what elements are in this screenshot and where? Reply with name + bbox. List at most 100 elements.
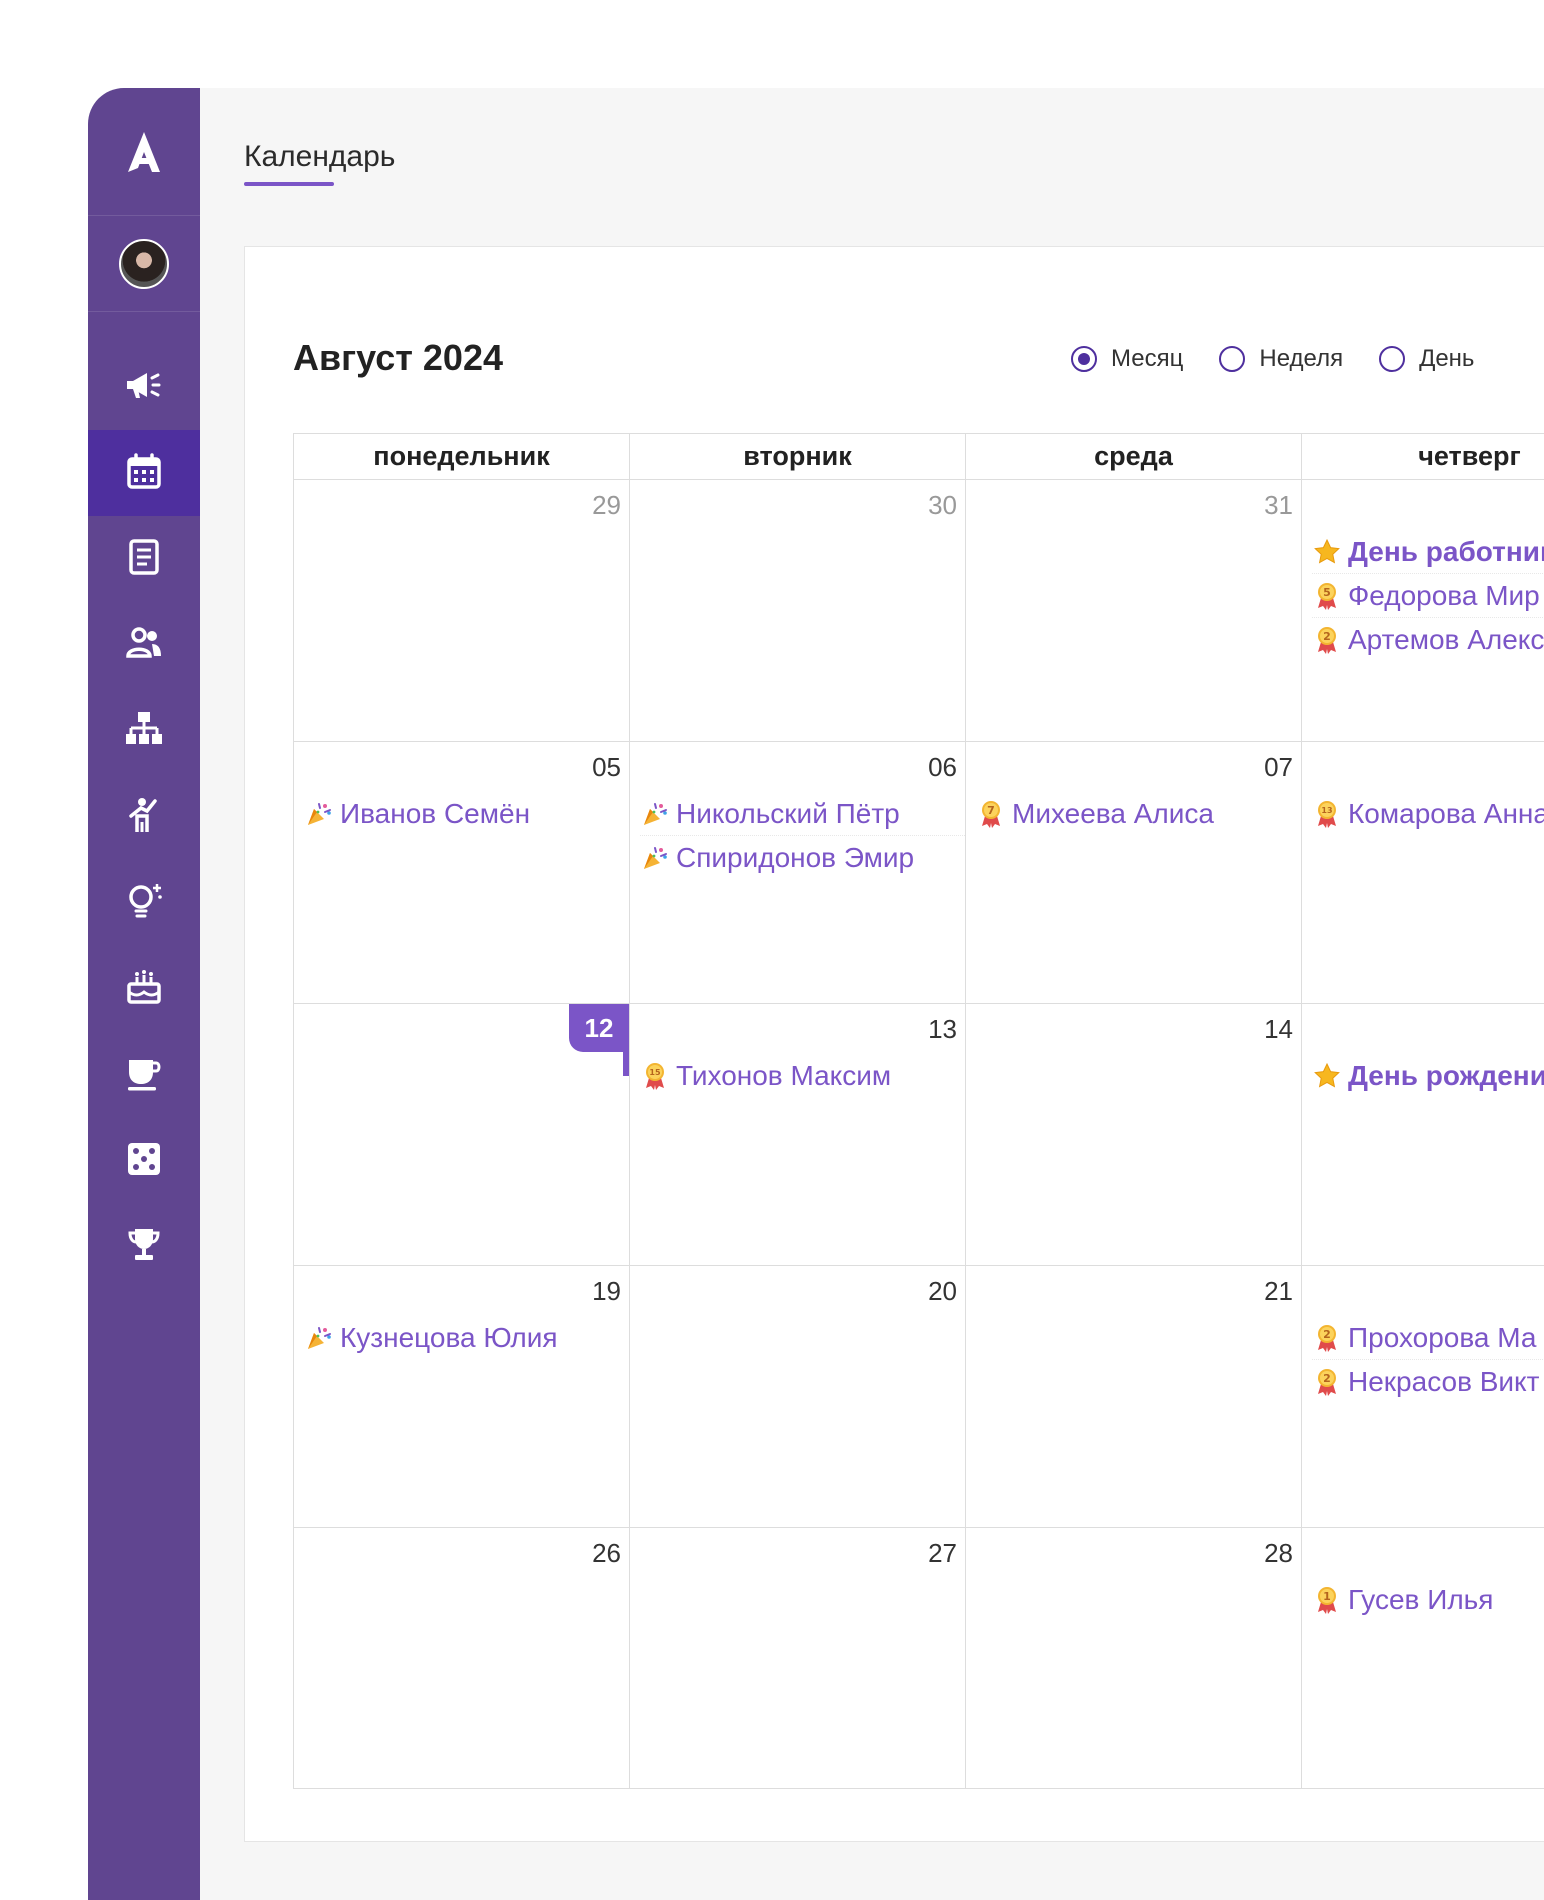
sidebar-item-cake[interactable] — [88, 946, 200, 1032]
day-cell[interactable]: День работника 5 Федорова Мир 2 Артемов Алек… — [1302, 480, 1544, 741]
svg-text:2: 2 — [1323, 630, 1331, 643]
medal-icon: 13 — [1312, 799, 1342, 829]
weekday-header-cell: понедельник — [294, 434, 630, 479]
event-title: Кузнецова Юлия — [340, 1322, 558, 1353]
day-number: 19 — [592, 1276, 621, 1306]
medal-icon: 2 — [1312, 1323, 1342, 1353]
calendar-event[interactable]: 5 Федорова Мир — [1312, 574, 1544, 618]
coffee-icon — [123, 1052, 165, 1099]
page-title: Календарь — [244, 140, 396, 173]
radio-button[interactable] — [1379, 346, 1406, 372]
calendar-event[interactable]: 2 Некрасов Викт — [1312, 1360, 1544, 1404]
day-number: 14 — [1264, 1014, 1293, 1044]
day-cell[interactable]: 26 — [294, 1528, 630, 1788]
day-cell[interactable]: 2 Прохорова Ма 2 Некрасов Викт — [1302, 1266, 1544, 1527]
view-switch: Месяц Неделя День — [1071, 345, 1510, 373]
day-cell[interactable]: 27 — [630, 1528, 966, 1788]
day-cell[interactable]: 13 15 Тихонов Максим — [630, 1004, 966, 1265]
day-cell[interactable]: 29 — [294, 480, 630, 741]
month-grid: понедельник вторник среда четверг 29 30 31 Ден… — [293, 433, 1544, 1789]
event-list: 7 Михеева Алиса — [976, 792, 1301, 836]
today-day-number: 12 — [569, 1004, 629, 1076]
logo[interactable] — [88, 88, 200, 216]
event-list: День рождения — [1312, 1054, 1544, 1098]
sidebar-item-trophy[interactable] — [88, 1204, 200, 1290]
day-cell[interactable]: 20 — [630, 1266, 966, 1527]
party-popper-icon — [640, 843, 670, 873]
calendar-event[interactable]: 13 Комарова Анна — [1312, 792, 1544, 836]
megaphone-icon — [123, 364, 165, 411]
day-cell[interactable]: 1 Гусев Илья — [1302, 1528, 1544, 1788]
radio-button[interactable] — [1219, 346, 1246, 372]
weekday-header: понедельник вторник среда четверг — [293, 433, 1544, 479]
svg-text:13: 13 — [1321, 806, 1332, 815]
avatar[interactable] — [119, 238, 169, 289]
calendar-event[interactable]: 2 Прохорова Ма — [1312, 1316, 1544, 1360]
day-cell[interactable]: День рождения — [1302, 1004, 1544, 1265]
calendar-event[interactable]: День работника — [1312, 530, 1544, 574]
medal-icon: 1 — [1312, 1585, 1342, 1615]
event-title: Никольский Пётр — [676, 797, 900, 829]
week-row: 05 Иванов Семён 06 Никольский Пётр Спиридоно… — [293, 741, 1544, 1003]
calendar-event[interactable]: День рождения — [1312, 1054, 1544, 1098]
day-cell[interactable]: 19 Кузнецова Юлия — [294, 1266, 630, 1527]
day-cell[interactable]: 06 Никольский Пётр Спиридонов Эмир — [630, 742, 966, 1003]
svg-text:15: 15 — [649, 1068, 661, 1077]
svg-text:2: 2 — [1323, 1372, 1331, 1385]
calendar-event[interactable]: Спиридонов Эмир — [640, 836, 965, 880]
sidebar-item-activity[interactable] — [88, 774, 200, 860]
calendar-event[interactable]: Кузнецова Юлия — [304, 1316, 629, 1360]
page-title-underline — [244, 182, 334, 186]
party-popper-icon — [640, 799, 670, 829]
calendar-event[interactable]: 7 Михеева Алиса — [976, 792, 1301, 836]
trophy-icon — [123, 1224, 165, 1271]
view-option-0[interactable]: Месяц — [1071, 345, 1183, 373]
sidebar-item-idea[interactable] — [88, 860, 200, 946]
view-option-2[interactable]: День — [1379, 345, 1474, 373]
event-title: Гусев Илья — [1348, 1584, 1494, 1615]
day-number: 26 — [592, 1538, 621, 1568]
calendar-card: Август 2024 Месяц Неделя День понедельник в… — [244, 246, 1544, 1842]
day-cell[interactable]: 12 — [294, 1004, 630, 1265]
weekday-header-cell: четверг — [1302, 434, 1544, 479]
event-title: Артемов Алекс — [1348, 624, 1544, 655]
sidebar-item-megaphone[interactable] — [88, 344, 200, 430]
dice-icon — [123, 1138, 165, 1185]
event-list: 15 Тихонов Максим — [640, 1054, 965, 1098]
view-option-label: Неделя — [1259, 345, 1344, 372]
svg-text:7: 7 — [987, 804, 995, 817]
activity-icon — [123, 794, 165, 841]
star-icon — [1312, 1061, 1342, 1091]
sidebar-item-org-structure[interactable] — [88, 688, 200, 774]
day-cell[interactable]: 07 7 Михеева Алиса — [966, 742, 1302, 1003]
sidebar-item-calendar[interactable] — [88, 430, 200, 516]
medal-icon: 5 — [1312, 581, 1342, 611]
day-cell[interactable]: 14 — [966, 1004, 1302, 1265]
day-cell[interactable]: 13 Комарова Анна — [1302, 742, 1544, 1003]
user-avatar-area[interactable] — [88, 216, 200, 312]
day-cell[interactable]: 30 — [630, 480, 966, 741]
calendar-event[interactable]: 15 Тихонов Максим — [640, 1054, 965, 1098]
idea-icon — [123, 880, 165, 927]
view-option-label: Месяц — [1111, 345, 1184, 372]
calendar-event[interactable]: Никольский Пётр — [640, 792, 965, 836]
calendar-event[interactable]: 1 Гусев Илья — [1312, 1578, 1544, 1622]
day-cell[interactable]: 21 — [966, 1266, 1302, 1527]
cake-icon — [123, 966, 165, 1013]
sidebar-item-coffee[interactable] — [88, 1032, 200, 1118]
event-list: 2 Прохорова Ма 2 Некрасов Викт — [1312, 1316, 1544, 1404]
view-option-1[interactable]: Неделя — [1219, 345, 1343, 373]
svg-text:5: 5 — [1323, 586, 1331, 599]
radio-button[interactable] — [1071, 346, 1097, 372]
sidebar-item-users[interactable] — [88, 602, 200, 688]
calendar-event[interactable]: 2 Артемов Алекс — [1312, 618, 1544, 662]
day-cell[interactable]: 28 — [966, 1528, 1302, 1788]
day-cell[interactable]: 05 Иванов Семён — [294, 742, 630, 1003]
sidebar-item-dice[interactable] — [88, 1118, 200, 1204]
sidebar-item-document[interactable] — [88, 516, 200, 602]
medal-icon: 15 — [640, 1061, 670, 1091]
day-cell[interactable]: 31 — [966, 480, 1302, 741]
calendar-event[interactable]: Иванов Семён — [304, 792, 629, 836]
main-content: Календарь Август 2024 Месяц Неделя День по… — [200, 88, 1544, 1900]
event-list: Иванов Семён — [304, 792, 629, 836]
